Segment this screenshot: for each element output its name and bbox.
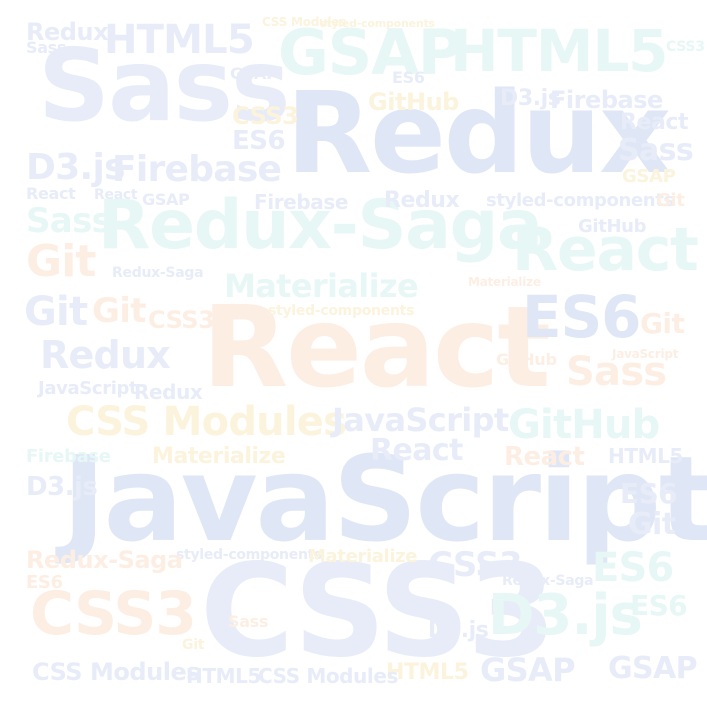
word-firebase: Firebase	[550, 86, 663, 114]
word-es6: ES6	[592, 545, 674, 591]
word-styled-components: styled-components	[320, 17, 435, 30]
word-html5: HTML5	[450, 17, 669, 85]
word-git: Git	[628, 507, 676, 542]
word-github: GitHub	[508, 402, 660, 448]
word-es6: ES6	[232, 126, 286, 156]
word-css3: CSS3	[148, 306, 215, 334]
word-es6: ES6	[392, 68, 425, 87]
word-sass: Sass	[228, 612, 269, 631]
word-css-modules: CSS Modules	[66, 399, 347, 445]
word-styled-components: styled-components	[486, 190, 674, 211]
word-gsap: GSAP	[480, 651, 576, 689]
word-github: GitHub	[496, 350, 557, 369]
word-d3js: D3.js	[500, 86, 561, 111]
word-react: React	[504, 442, 585, 472]
word-css3: CSS3	[232, 102, 299, 130]
word-css3: CSS3	[666, 39, 705, 55]
word-gsap: GSAP	[608, 651, 698, 686]
word-redux-saga: Redux-Saga	[112, 265, 204, 281]
word-sass: Sass	[26, 38, 67, 57]
word-es6: ES6	[26, 572, 63, 593]
word-react: React	[94, 187, 138, 203]
word-gsap: GSAP	[230, 64, 278, 83]
word-github: GitHub	[368, 88, 459, 116]
word-es6: ES6	[620, 477, 678, 510]
word-d3js: D3.js	[428, 618, 489, 643]
word-styled-components: styled-components	[268, 303, 415, 319]
word-redux-saga: Redux-Saga	[502, 573, 594, 589]
word-git: Git	[92, 291, 146, 331]
word-materialize: Materialize	[152, 444, 286, 469]
word-es6: ES6	[630, 589, 688, 622]
word-redux: Redux	[40, 333, 171, 377]
word-react: React	[26, 184, 76, 203]
word-gsap: GSAP	[278, 16, 463, 89]
word-styled-components: styled-components	[176, 547, 323, 563]
word-github: GitHub	[578, 216, 647, 237]
word-git: Git	[656, 190, 685, 211]
word-es6: ES6	[522, 283, 641, 351]
word-d3js: D3.js	[26, 472, 98, 502]
word-html5: HTML5	[386, 660, 469, 685]
word-html5: HTML5	[608, 444, 683, 468]
word-git: Git	[640, 307, 685, 340]
word-d3js: D3.js	[488, 583, 643, 648]
word-d3js: D3.js	[26, 147, 125, 188]
word-sass: Sass	[26, 201, 112, 241]
word-javascript: JavaScript	[332, 401, 509, 439]
word-firebase: Firebase	[112, 149, 282, 190]
word-redux: Redux	[134, 380, 203, 404]
word-redux: Redux	[384, 188, 460, 213]
word-css3: CSS3	[30, 579, 197, 649]
word-materialize: Materialize	[224, 267, 419, 305]
word-html5: HTML5	[104, 17, 255, 63]
word-gsap: GSAP	[142, 190, 190, 209]
word-css-modules: CSS Modules	[32, 658, 201, 686]
word-javascript: JavaScript	[38, 378, 138, 399]
word-gsap: GSAP	[622, 166, 676, 187]
word-materialize: Materialize	[308, 546, 418, 567]
word-redux-saga: Redux-Saga	[26, 546, 183, 574]
word-css-modules: CSS Modules	[258, 664, 399, 688]
word-react: React	[620, 110, 689, 135]
word-git: Git	[182, 637, 205, 653]
word-git: Git	[24, 289, 88, 335]
word-materialize: Materialize	[468, 275, 541, 289]
word-sass: Sass	[618, 133, 694, 168]
word-firebase: Firebase	[26, 446, 111, 467]
word-cloud: JavaScript React CSS3 Redux Sass Redux-S…	[0, 0, 707, 707]
word-javascript: JavaScript	[612, 347, 679, 361]
word-firebase: Firebase	[254, 190, 349, 214]
word-react: React	[370, 433, 463, 468]
word-git: Git	[26, 236, 96, 287]
